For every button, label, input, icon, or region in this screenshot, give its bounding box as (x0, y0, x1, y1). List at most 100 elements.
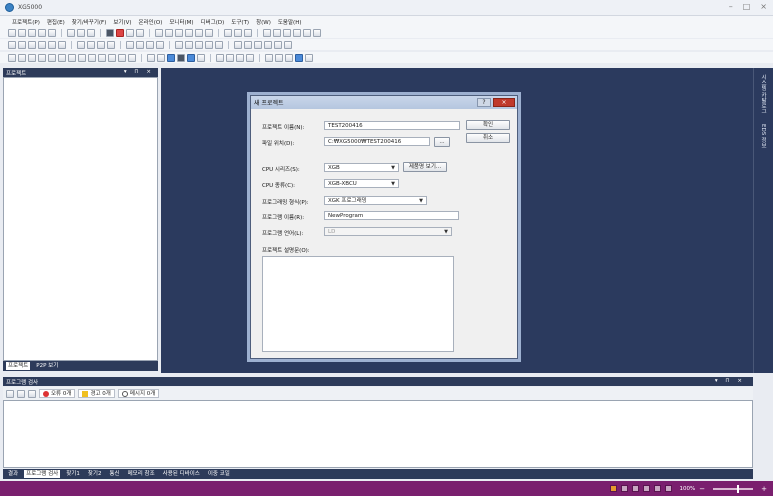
description-textarea[interactable] (262, 256, 454, 352)
step-icon[interactable] (293, 28, 301, 37)
simulator-icon[interactable] (295, 53, 303, 62)
device-monitor-icon[interactable] (156, 40, 164, 49)
zoom-fit-icon[interactable] (265, 53, 273, 62)
dialog-close-button[interactable]: × (493, 98, 515, 107)
ladder-select-icon[interactable] (8, 53, 16, 62)
io-skip-icon[interactable] (264, 40, 272, 49)
menu-help[interactable]: 도움말(H) (278, 18, 302, 26)
pane-controls[interactable]: ▾ ⊓ × (715, 378, 745, 384)
menu-monitor[interactable]: 모니터(M) (169, 18, 193, 26)
pane-controls[interactable]: ▾ ⊓ × (124, 69, 154, 75)
refresh-icon[interactable] (6, 389, 14, 398)
menu-debug[interactable]: 디버그(D) (201, 18, 225, 26)
open-folder-icon[interactable] (18, 28, 26, 37)
filter-icon[interactable] (17, 389, 25, 398)
window-list-icon[interactable] (246, 53, 254, 62)
undo-icon[interactable] (155, 28, 163, 37)
line-v-icon[interactable] (68, 53, 76, 62)
tab-communication[interactable]: 통신 (107, 470, 121, 478)
clear-icon[interactable] (28, 389, 36, 398)
io-force-icon[interactable] (254, 40, 262, 49)
maximize-icon[interactable]: □ (743, 2, 751, 11)
run-mode-icon[interactable] (48, 40, 56, 49)
close-icon[interactable]: × (760, 2, 767, 11)
output-list[interactable] (3, 400, 753, 468)
layout-full-icon[interactable] (664, 485, 672, 492)
browse-button[interactable]: ... (434, 137, 450, 147)
tab-project[interactable]: 프로젝트 (6, 362, 31, 370)
bookmark-icon[interactable] (244, 28, 252, 37)
menu-edit[interactable]: 편집(E) (47, 18, 65, 26)
redo-icon[interactable] (165, 28, 173, 37)
tab-system-catalog[interactable]: 시스템 카탈로그 (759, 74, 767, 114)
view-ladder-icon[interactable] (147, 53, 155, 62)
arrow-left-icon[interactable] (303, 28, 311, 37)
step-over-icon[interactable] (205, 40, 213, 49)
save-icon[interactable] (28, 28, 36, 37)
zoom-out-icon[interactable]: − (699, 485, 705, 493)
cpu-series-select[interactable]: XGB ▼ (324, 163, 399, 172)
minimize-icon[interactable]: – (729, 2, 733, 11)
zoom-in-icon[interactable] (224, 28, 232, 37)
monitor-stop-icon[interactable] (136, 40, 144, 49)
view-il-icon[interactable] (157, 53, 165, 62)
tab-eds-info[interactable]: EDS 정보 (759, 124, 767, 148)
find-next-icon[interactable] (263, 28, 271, 37)
io-sync-icon[interactable] (234, 40, 242, 49)
goto-icon[interactable] (283, 28, 291, 37)
project-name-input[interactable]: TEST200416 (324, 121, 460, 130)
contact-pos-icon[interactable] (38, 53, 46, 62)
cut-icon[interactable] (67, 28, 75, 37)
new-file-icon[interactable] (8, 28, 16, 37)
window-tile-icon[interactable] (226, 53, 234, 62)
project-tree[interactable] (3, 77, 158, 361)
write-icon[interactable] (38, 40, 46, 49)
zoom-slider-knob[interactable] (737, 484, 740, 493)
contact-no-icon[interactable] (18, 53, 26, 62)
menu-online[interactable]: 온라인(O) (139, 18, 163, 26)
diagnose-icon[interactable] (77, 40, 85, 49)
stop-icon[interactable] (106, 28, 114, 37)
save-all-icon[interactable] (38, 28, 46, 37)
menu-view[interactable]: 보기(V) (113, 18, 131, 26)
plc-error-icon[interactable] (107, 40, 115, 49)
help-button[interactable]: ? (477, 98, 491, 107)
disconnect-icon[interactable] (18, 40, 26, 49)
cancel-button[interactable]: 취소 (466, 133, 510, 143)
plc-info-icon[interactable] (87, 40, 95, 49)
tab-find2[interactable]: 찾기2 (86, 470, 104, 478)
monitor-icon[interactable] (126, 28, 134, 37)
program-type-select[interactable]: XGK 프로그래밍 ▼ (324, 196, 427, 205)
print-icon[interactable] (48, 28, 56, 37)
find-icon[interactable] (185, 28, 193, 37)
cpu-type-select[interactable]: XGB-XBCU ▼ (324, 179, 399, 188)
window-cascade-icon[interactable] (236, 53, 244, 62)
paste-icon[interactable] (87, 28, 95, 37)
io-fault-icon[interactable] (274, 40, 282, 49)
errors-filter[interactable]: 오류 0개 (39, 389, 76, 398)
io-config-icon[interactable] (284, 40, 292, 49)
tab-find1[interactable]: 찾기1 (64, 470, 82, 478)
menu-window[interactable]: 창(W) (256, 18, 271, 26)
monitor-start-icon[interactable] (126, 40, 134, 49)
layout-tile-icon[interactable] (642, 485, 650, 492)
breakpoint-icon[interactable] (195, 40, 203, 49)
close-doc-icon[interactable] (205, 28, 213, 37)
tab-p2p-view[interactable]: P2P 보기 (34, 362, 60, 370)
zoom-slider[interactable] (713, 484, 754, 493)
line-h-icon[interactable] (58, 53, 66, 62)
debug-start-icon[interactable] (175, 40, 183, 49)
ok-button[interactable]: 확인 (466, 120, 510, 130)
zoom-in-icon[interactable]: + (761, 485, 767, 493)
contact-nc-icon[interactable] (28, 53, 36, 62)
messages-filter[interactable]: 메시지 0개 (117, 389, 160, 398)
zoom-100-icon[interactable] (275, 53, 283, 62)
zoom-custom-icon[interactable] (285, 53, 293, 62)
layout-normal-icon[interactable] (620, 485, 628, 492)
delete-icon[interactable] (175, 28, 183, 37)
stop-mode-icon[interactable] (58, 40, 66, 49)
window-split-icon[interactable] (216, 53, 224, 62)
tab-memory-reference[interactable]: 메모리 참조 (126, 470, 157, 478)
read-icon[interactable] (28, 40, 36, 49)
connect-icon[interactable] (8, 40, 16, 49)
